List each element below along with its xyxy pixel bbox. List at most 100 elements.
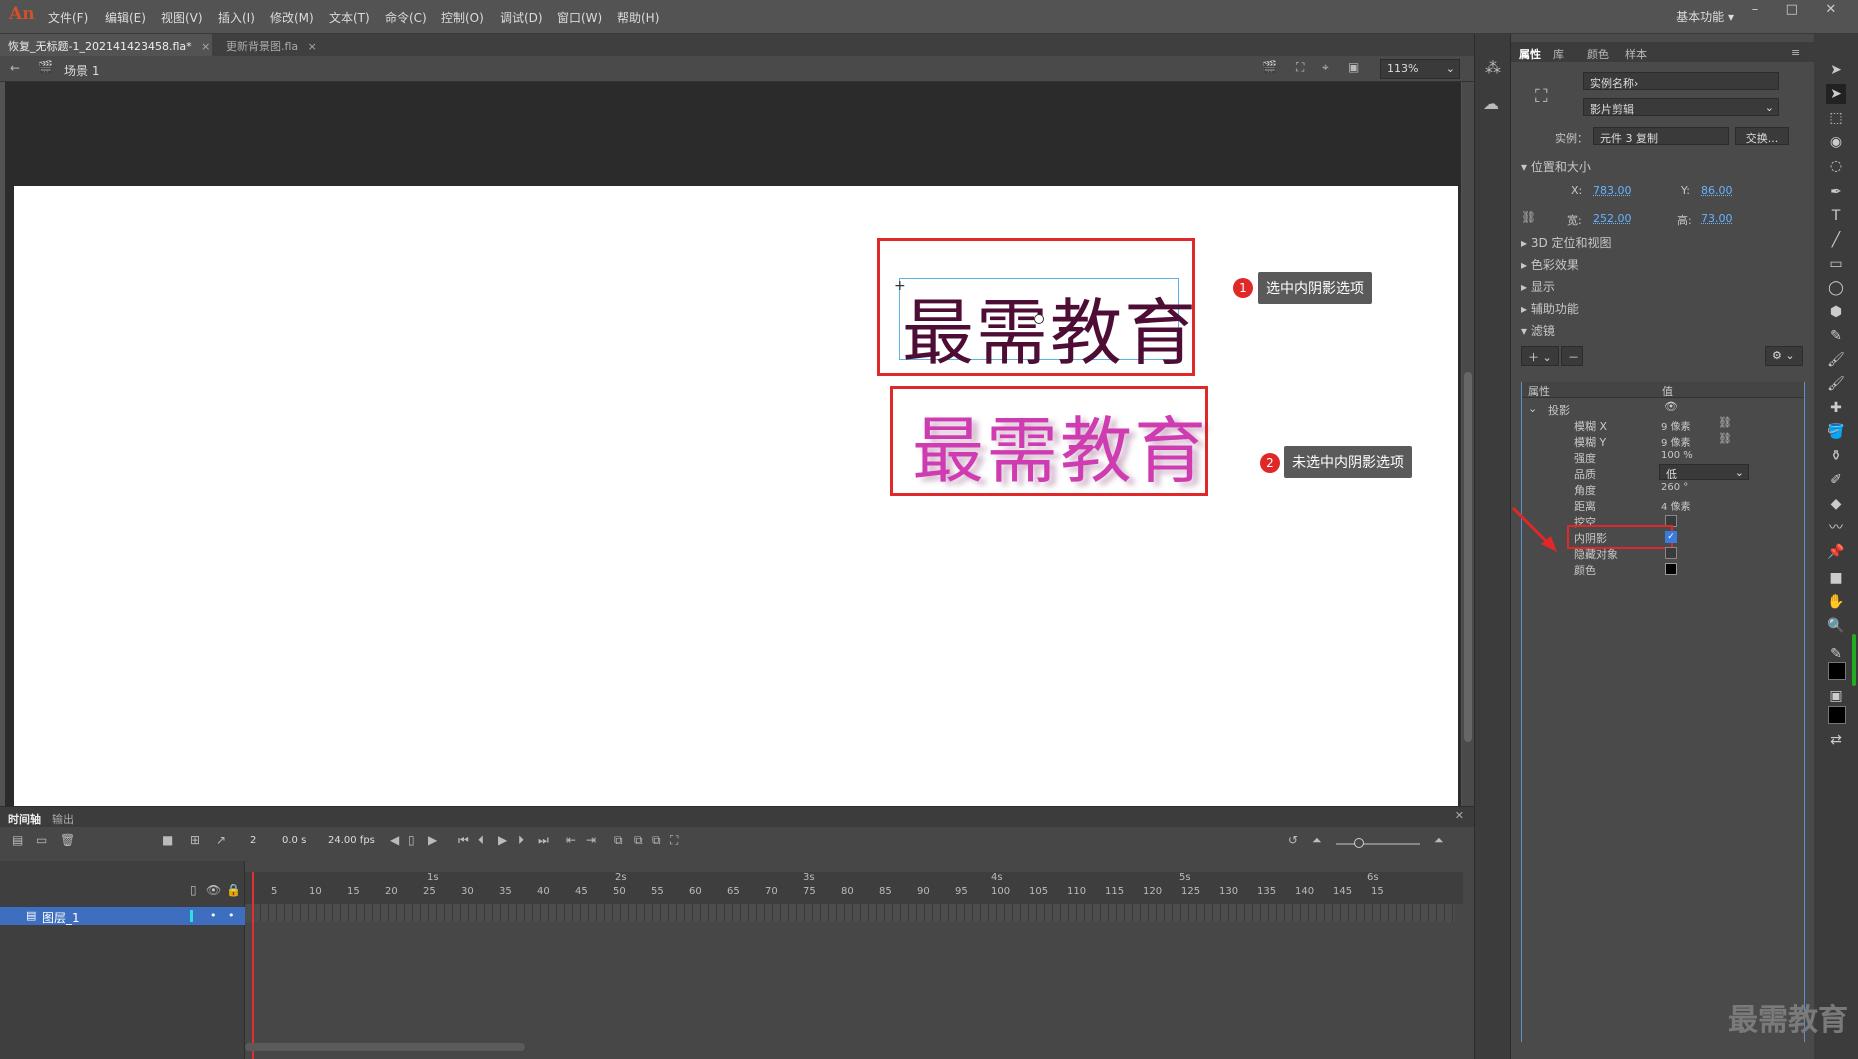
section-position-size[interactable]: ▾ 位置和大小 <box>1521 158 1591 175</box>
swap-button[interactable]: 交换... <box>1735 127 1789 145</box>
minimize-icon[interactable]: – <box>1752 2 1759 24</box>
inner-shadow-checkbox[interactable]: ✓ <box>1665 531 1677 543</box>
camera-tool-icon[interactable]: ■ <box>1826 568 1846 588</box>
timeline-hscroll-thumb[interactable] <box>245 1043 525 1051</box>
section-3d[interactable]: ▸ 3D 定位和视图 <box>1521 234 1612 251</box>
edit-scene-icon[interactable]: 🎬 <box>1262 60 1277 74</box>
back-arrow-icon[interactable]: ← <box>10 61 20 75</box>
rectangle-tool-icon[interactable]: ▭ <box>1826 254 1846 274</box>
link-icon[interactable]: ⛓ <box>1718 416 1732 429</box>
center-stage-icon[interactable]: ⌖ <box>1322 60 1329 75</box>
layer-name[interactable]: 图层_1 <box>42 909 80 926</box>
section-color-effect[interactable]: ▸ 色彩效果 <box>1521 256 1579 273</box>
menu-insert[interactable]: 插入(I) <box>218 9 255 26</box>
swap-colors-icon[interactable]: ⇄ <box>1826 730 1846 750</box>
menu-edit[interactable]: 编辑(E) <box>105 9 146 26</box>
instance-name-input[interactable]: 实例名称› <box>1583 72 1779 90</box>
close-tab-icon[interactable]: × <box>308 40 317 53</box>
width-tool-icon[interactable]: 〰 <box>1826 518 1846 538</box>
loop-icon[interactable]: ⇤ <box>566 833 576 847</box>
pen-tool-icon[interactable]: ✒ <box>1826 182 1846 202</box>
edit-symbol-icon[interactable]: ⛶ <box>1296 60 1304 75</box>
remove-filter-button[interactable]: － <box>1561 346 1583 366</box>
filter-prop-value[interactable]: 9 像素 <box>1661 418 1691 433</box>
zoom-in-icon[interactable]: ⏶ <box>1434 833 1444 848</box>
zoom-out-icon[interactable]: ⏶ <box>1312 833 1322 848</box>
layer-visible-dot[interactable]: • <box>210 909 217 922</box>
lock-icon[interactable]: 🔒 <box>226 883 241 897</box>
tab-library[interactable]: 库 <box>1553 46 1564 62</box>
layer-row[interactable]: ▤ 图层_1 • • <box>0 907 245 925</box>
highlight-icon[interactable]: ▯ <box>190 883 197 897</box>
filter-prop-value[interactable]: 4 像素 <box>1661 498 1691 513</box>
fill-color-swatch[interactable] <box>1828 706 1846 724</box>
eye-icon[interactable]: 👁 <box>1664 400 1678 413</box>
section-accessibility[interactable]: ▸ 辅助功能 <box>1521 300 1579 317</box>
add-filter-button[interactable]: ＋ ⌄ <box>1521 346 1559 366</box>
section-display[interactable]: ▸ 显示 <box>1521 278 1555 295</box>
selection-tool-icon[interactable]: ➤ <box>1826 60 1846 80</box>
filter-prop-value[interactable]: 100 % <box>1661 450 1693 461</box>
stroke-color-swatch[interactable] <box>1828 662 1846 680</box>
cc-libraries-icon[interactable]: ☁ <box>1483 94 1499 113</box>
zoom-tool-icon[interactable]: 🔍 <box>1826 616 1846 636</box>
filter-prop-value[interactable]: 260 ° <box>1661 482 1688 493</box>
stage-canvas[interactable]: + 最需教育 最需教育 1 选中内阴影选项 2 未选中内阴影选项 <box>14 186 1458 806</box>
onion-outline-icon[interactable]: ⧉ <box>634 833 643 848</box>
menu-view[interactable]: 视图(V) <box>161 9 203 26</box>
close-tab-icon[interactable]: × <box>201 40 210 53</box>
timeline-ruler[interactable]: 1s 2s 3s 4s 5s 6s 5 10 15 20 25 30 35 40… <box>245 872 1463 904</box>
3d-rotation-icon[interactable]: ◉ <box>1826 132 1846 152</box>
menu-help[interactable]: 帮助(H) <box>617 9 659 26</box>
keyframe-prev-icon[interactable]: ◀ <box>390 833 399 847</box>
subselection-tool-icon[interactable]: ➤ <box>1826 84 1846 104</box>
stage-text-inner-shadow[interactable]: 最需教育 <box>902 274 1198 379</box>
new-layer-icon[interactable]: ▤ <box>12 833 23 847</box>
paint-brush-icon[interactable]: 🖌 <box>1826 350 1846 370</box>
menu-control[interactable]: 控制(O) <box>441 9 484 26</box>
edit-multiple-icon[interactable]: ⧉ <box>652 833 661 848</box>
quality-select[interactable]: 低 ⌄ <box>1659 464 1749 481</box>
eye-icon[interactable]: 👁 <box>206 883 221 897</box>
step-back-icon[interactable]: ⏴ <box>478 833 484 848</box>
tab-swatches[interactable]: 样本 <box>1625 46 1647 62</box>
zoom-slider-knob[interactable] <box>1354 838 1364 848</box>
panel-menu-icon[interactable]: ≡ <box>1791 46 1800 59</box>
layer-lock-dot[interactable]: • <box>228 909 235 922</box>
y-value[interactable]: 86.00 <box>1701 184 1733 197</box>
width-value[interactable]: 252.00 <box>1593 212 1632 225</box>
new-folder-icon[interactable]: ▭ <box>36 833 47 847</box>
link-icon[interactable]: ⛓ <box>1718 432 1732 445</box>
panel-close-icon[interactable]: ✕ <box>1455 809 1464 822</box>
filter-collapse-icon[interactable]: ⌄ <box>1528 402 1537 415</box>
onion-skin-icon[interactable]: ⧉ <box>614 833 623 848</box>
motion-presets-icon[interactable]: ⁂ <box>1485 58 1501 77</box>
text-tool-icon[interactable]: T <box>1826 206 1846 226</box>
brush-tool-icon[interactable]: 🖌 <box>1826 374 1846 394</box>
tab-output[interactable]: 输出 <box>52 811 74 827</box>
modify-markers-icon[interactable]: ⛶ <box>670 833 678 848</box>
fill-color-icon[interactable]: ▣ <box>1826 686 1846 706</box>
eyedropper-icon[interactable]: ✐ <box>1826 470 1846 490</box>
graph-icon[interactable]: ↗ <box>216 833 226 847</box>
link-icon[interactable]: ⛓ <box>1521 210 1536 224</box>
menu-text[interactable]: 文本(T) <box>329 9 370 26</box>
polystar-tool-icon[interactable]: ⬢ <box>1826 302 1846 322</box>
frame-rate[interactable]: 24.00 fps <box>328 835 375 846</box>
lasso-icon[interactable]: ◌ <box>1826 156 1846 176</box>
layer-frames[interactable] <box>245 904 1455 922</box>
step-forward-icon[interactable]: ⏵ <box>518 833 524 848</box>
transform-point-icon[interactable] <box>1034 314 1044 324</box>
tab-properties[interactable]: 属性 <box>1519 46 1541 62</box>
eraser-tool-icon[interactable]: ◆ <box>1826 494 1846 514</box>
undo-icon[interactable]: ↺ <box>1288 833 1298 847</box>
parenting-icon[interactable]: ⊞ <box>190 833 200 847</box>
free-transform-icon[interactable]: ⬚ <box>1826 108 1846 128</box>
filter-prop-value[interactable]: 9 像素 <box>1661 434 1691 449</box>
playhead[interactable] <box>252 872 254 1059</box>
hide-object-checkbox[interactable] <box>1665 547 1677 559</box>
pin-tool-icon[interactable]: 📌 <box>1826 542 1846 562</box>
bone-tool-icon[interactable]: ✚ <box>1826 398 1846 418</box>
stage-text-drop-shadow[interactable]: 最需教育 <box>912 392 1208 497</box>
keyframe-next-icon[interactable]: ▶ <box>428 833 437 847</box>
